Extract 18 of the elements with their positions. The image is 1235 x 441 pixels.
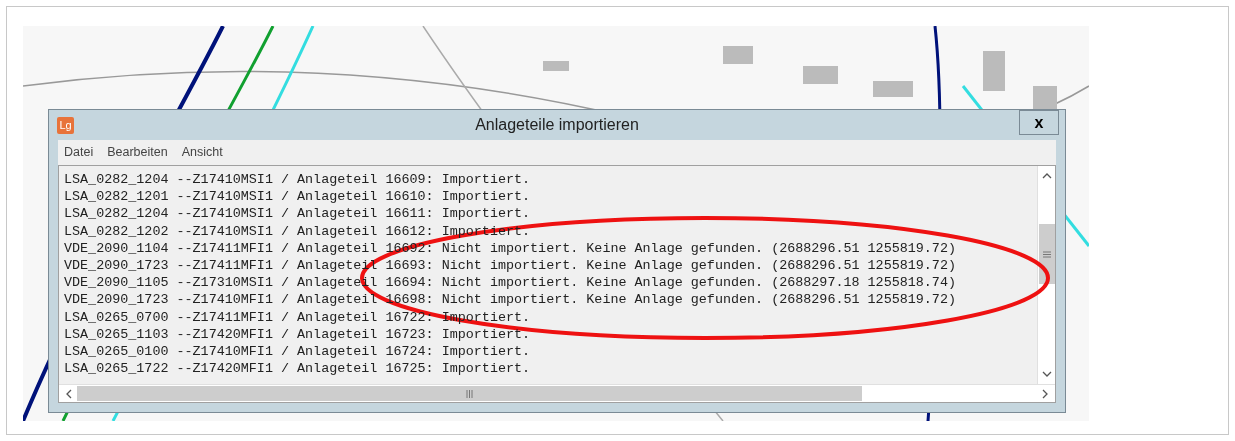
scrollbar-thumb[interactable] xyxy=(1038,224,1055,284)
menu-item[interactable]: Datei xyxy=(64,143,94,162)
log-line: LSA_0265_1103 --Z17420MFI1 / Anlageteil 16723: Importiert. xyxy=(64,325,531,344)
log-line: LSA_0282_1204 --Z17410MSI1 / Anlageteil 16609: Importiert. xyxy=(64,171,531,189)
close-button[interactable]: x xyxy=(1019,110,1059,135)
log-line: VDE_2090_1723 --Z17410MFI1 / Anlageteil 16698: Nicht importiert. Keine Anlage gefunden. (2688296.51 1255819.72) xyxy=(64,291,956,309)
log-line: LSA_0282_1201 --Z17410MSI1 / Anlageteil 16610: Importiert. xyxy=(64,188,531,206)
log-line: LSA_0265_1722 --Z17420MFI1 / Anlageteil 16725: Importiert. xyxy=(64,360,531,378)
vertical-scrollbar[interactable] xyxy=(1037,166,1055,384)
log-line: LSA_0282_1204 --Z17410MSI1 / Anlageteil 16611: Importiert. xyxy=(64,205,531,223)
horizontal-scrollbar[interactable] xyxy=(59,384,1055,402)
menu-item[interactable]: Bearbeiten xyxy=(107,143,168,162)
window-title: Anlageteile importieren xyxy=(474,115,640,135)
scrollbar-thumb[interactable] xyxy=(77,386,862,401)
log-line: LSA_0265_0100 --Z17410MFI1 / Anlageteil 16724: Importiert. xyxy=(64,343,531,361)
log-line: LSA_0265_0700 --Z17411MFI1 / Anlageteil 16722: Importiert. xyxy=(64,308,531,326)
menu-item[interactable]: Ansicht xyxy=(181,143,223,162)
app-icon: Lg xyxy=(57,116,74,134)
